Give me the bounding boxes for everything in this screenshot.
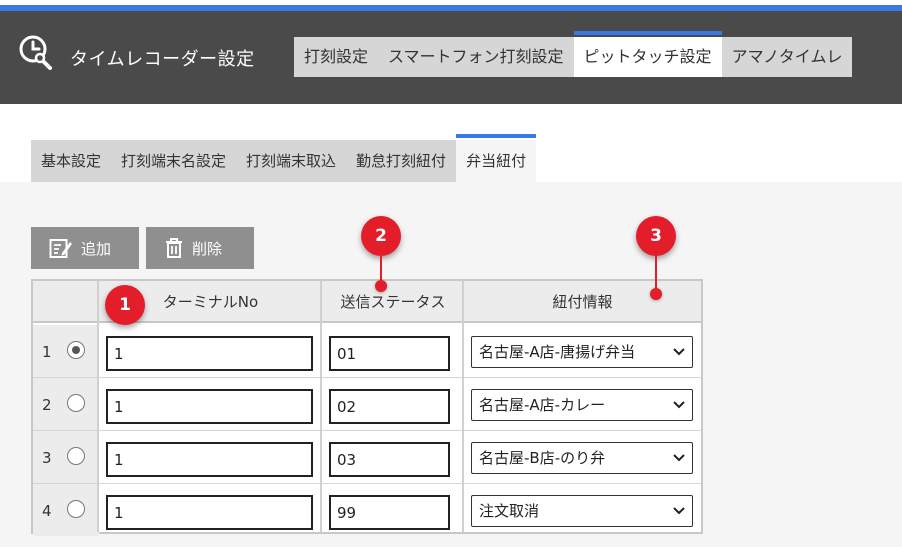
subtab-bento-link[interactable]: 弁当紐付 (456, 134, 537, 182)
row-select-cell: 2 (33, 378, 99, 430)
callout-marker-3: 3 (636, 216, 676, 256)
row-number: 3 (42, 449, 52, 467)
callout-dot-2 (375, 280, 387, 292)
callout-marker-1: 1 (105, 285, 145, 325)
row-number: 1 (42, 343, 52, 361)
send-status-input[interactable] (329, 442, 450, 477)
row-number: 4 (42, 502, 52, 520)
link-info-value: 名古屋-B店-のり弁 (479, 449, 606, 467)
link-info-select[interactable]: 名古屋-B店-のり弁 (471, 442, 693, 474)
terminal-no-input[interactable] (106, 495, 313, 530)
row-select-cell: 3 (33, 431, 99, 483)
trash-icon (164, 237, 184, 259)
row-radio[interactable] (67, 394, 85, 412)
callout-leader-2 (380, 256, 382, 282)
link-info-select[interactable]: 注文取消 (471, 495, 693, 527)
table-row: 4 注文取消 (33, 484, 701, 537)
terminal-no-input[interactable] (106, 442, 313, 477)
terminal-no-input[interactable] (106, 336, 313, 371)
subtab-terminal-name-settings[interactable]: 打刻端末名設定 (111, 140, 237, 182)
callout-leader-3 (655, 256, 657, 290)
tab-smartphone-punch-settings[interactable]: スマートフォン打刻設定 (378, 37, 574, 77)
edit-add-icon (49, 237, 73, 259)
link-info-value: 名古屋-A店-カレー (479, 396, 606, 414)
delete-button[interactable]: 削除 (146, 227, 254, 269)
row-number: 2 (42, 396, 52, 414)
subtab-terminal-import[interactable]: 打刻端末取込 (236, 140, 347, 182)
callout-dot-3 (650, 288, 662, 300)
send-status-input[interactable] (329, 336, 450, 371)
row-select-cell: 4 (33, 484, 99, 536)
column-header-send-status: 送信ステータス (340, 293, 446, 311)
chevron-down-icon (673, 454, 685, 462)
subtab-attendance-link[interactable]: 勤怠打刻紐付 (346, 140, 457, 182)
link-info-value: 名古屋-A店-唐揚げ弁当 (479, 343, 636, 361)
send-status-input[interactable] (329, 495, 450, 530)
row-radio[interactable] (67, 341, 85, 359)
tab-amano-time-recorder[interactable]: アマノタイムレ (721, 37, 853, 77)
chevron-down-icon (673, 507, 685, 515)
tab-pit-touch-settings[interactable]: ピットタッチ設定 (573, 31, 722, 77)
table-row: 2 名古屋-A店-カレー (33, 378, 701, 431)
column-divider (320, 281, 322, 532)
table-row: 3 名古屋-B店-のり弁 (33, 431, 701, 484)
sub-tabs: 基本設定 打刻端末名設定 打刻端末取込 勤怠打刻紐付 弁当紐付 (31, 134, 537, 182)
add-button[interactable]: 追加 (31, 227, 139, 269)
send-status-input[interactable] (329, 389, 450, 424)
column-header-link-info: 紐付情報 (552, 293, 613, 311)
terminal-no-input[interactable] (106, 389, 313, 424)
main-tabs: 打刻設定 スマートフォン打刻設定 ピットタッチ設定 アマノタイムレ (294, 31, 853, 77)
chevron-down-icon (673, 348, 685, 356)
clock-wrench-icon (18, 34, 54, 70)
subtab-basic-settings[interactable]: 基本設定 (31, 140, 112, 182)
row-radio[interactable] (67, 447, 85, 465)
table-row: 1 名古屋-A店-唐揚げ弁当 (33, 325, 701, 378)
top-accent-bar (0, 0, 902, 11)
tab-punch-settings[interactable]: 打刻設定 (294, 37, 379, 77)
callout-marker-2: 2 (361, 216, 401, 256)
chevron-down-icon (673, 401, 685, 409)
row-radio[interactable] (67, 500, 85, 518)
delete-button-label: 削除 (192, 239, 223, 258)
column-divider (462, 281, 464, 532)
link-info-select[interactable]: 名古屋-A店-唐揚げ弁当 (471, 336, 693, 368)
column-divider (97, 281, 99, 532)
add-button-label: 追加 (81, 239, 112, 258)
app-title: タイムレコーダー設定 (70, 49, 255, 70)
link-info-select[interactable]: 名古屋-A店-カレー (471, 389, 693, 421)
row-select-cell: 1 (33, 325, 99, 377)
link-info-value: 注文取消 (479, 502, 540, 520)
